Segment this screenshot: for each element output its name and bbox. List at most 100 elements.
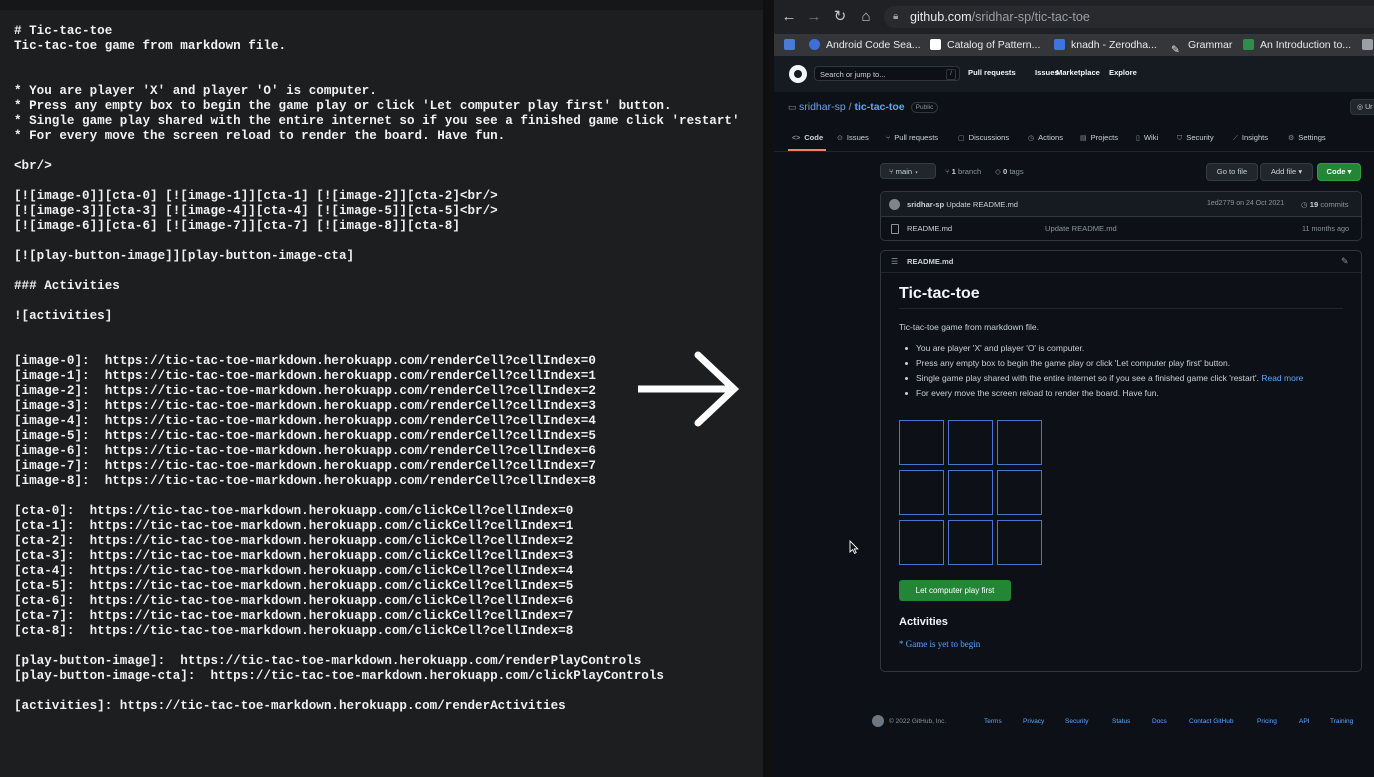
home-icon[interactable]: ⌂ <box>857 8 875 26</box>
tab-insights[interactable]: ⟋ Insights <box>1233 133 1268 143</box>
file-row[interactable]: README.md Update README.md 11 months ago <box>881 217 1361 240</box>
tab-projects[interactable]: ▤ Projects <box>1080 133 1118 142</box>
add-file-button[interactable]: Add file ▾ <box>1260 163 1313 181</box>
bookmark-label: Catalog of Pattern... <box>947 39 1041 51</box>
bookmark-1[interactable]: Catalog of Pattern... <box>930 34 1040 56</box>
catalog-icon <box>930 38 941 50</box>
branch-count: 1 <box>951 167 956 176</box>
apps-icon <box>784 38 795 50</box>
repo-icon: ▭ <box>788 102 800 112</box>
footer-link-pricing[interactable]: Pricing <box>1257 718 1277 725</box>
edit-pencil-icon[interactable]: ✎ <box>1341 256 1349 267</box>
url-host: github.com <box>910 10 972 24</box>
browser-window: ← → ↻ ⌂ 🔒︎ github.com/sridhar-sp/tic-tac… <box>774 0 1374 777</box>
board-cell-8[interactable] <box>997 520 1042 565</box>
commit-header: sridhar-sp Update README.md 1ed2779 on 2… <box>881 192 1361 217</box>
tab-label: Pull requests <box>894 133 939 142</box>
project-icon: ▤ <box>1080 135 1087 142</box>
back-icon[interactable]: ← <box>780 8 798 26</box>
tab-label: Code <box>804 133 824 142</box>
latest-commit-box: sridhar-sp Update README.md 1ed2779 on 2… <box>880 191 1362 241</box>
avatar[interactable] <box>889 199 900 210</box>
search-input[interactable]: Search or jump to... / <box>814 66 960 81</box>
board-cell-2[interactable] <box>997 420 1042 465</box>
github-logo-icon[interactable] <box>789 65 807 83</box>
eye-icon: ◎ <box>1357 104 1366 111</box>
board-cell-7[interactable] <box>948 520 993 565</box>
tab-settings[interactable]: ⚙ Settings <box>1288 133 1326 142</box>
editor-top-strip <box>0 0 763 10</box>
tab-security[interactable]: ⛉ Security <box>1177 133 1214 143</box>
bookmarks-bar: Android Code Sea... Catalog of Pattern..… <box>774 34 1374 56</box>
bookmark-label: Android Code Sea... <box>826 39 921 51</box>
watch-button[interactable]: ◎ Ur <box>1350 99 1374 115</box>
code-button-label: Code <box>1326 167 1346 176</box>
pen-icon: ✎ <box>1171 43 1180 56</box>
nav-pull-requests[interactable]: Pull requests <box>968 68 1016 77</box>
commit-author[interactable]: sridhar-sp <box>907 200 944 209</box>
branch-selector[interactable]: ⑂ main ▾ <box>880 163 936 179</box>
branch-count-link[interactable]: ⑂ 1 branch <box>945 167 981 176</box>
list-icon[interactable]: ☰ <box>891 257 898 266</box>
read-more-link[interactable]: Read more <box>1261 373 1303 383</box>
tab-label: Wiki <box>1143 133 1159 142</box>
footer-link-status[interactable]: Status <box>1112 718 1130 725</box>
tab-discussions[interactable]: ▢ Discussions <box>958 133 1009 142</box>
forward-icon[interactable]: → <box>805 8 823 26</box>
folder-icon[interactable] <box>1362 34 1374 56</box>
github-mark-icon[interactable] <box>872 715 884 727</box>
code-icon: <> <box>792 135 801 142</box>
bookmark-4[interactable]: An Introduction to... <box>1243 34 1351 56</box>
board-cell-6[interactable] <box>899 520 944 565</box>
search-placeholder: Search or jump to... <box>820 70 886 79</box>
readme-title: Tic-tac-toe <box>899 285 980 302</box>
footer-link-training[interactable]: Training <box>1330 718 1353 725</box>
bookmark-3[interactable]: ✎ Grammar <box>1171 34 1232 56</box>
footer-link-privacy[interactable]: Privacy <box>1023 718 1044 725</box>
footer-link-security[interactable]: Security <box>1065 718 1088 725</box>
board-cell-3[interactable] <box>899 470 944 515</box>
reload-icon[interactable]: ↻ <box>831 8 849 26</box>
file-icon <box>891 224 899 234</box>
nav-marketplace[interactable]: Marketplace <box>1056 68 1100 77</box>
file-name[interactable]: README.md <box>907 224 952 233</box>
board-cell-4[interactable] <box>948 470 993 515</box>
tag-count-link[interactable]: ◇ 0 tags <box>995 167 1024 176</box>
bookmark-2[interactable]: knadh - Zerodha... <box>1054 34 1157 56</box>
history-icon: ◷ <box>1301 200 1310 209</box>
url-path: /sridhar-sp/tic-tac-toe <box>971 10 1090 24</box>
code-button[interactable]: Code ▾ <box>1317 163 1361 181</box>
footer-link-terms[interactable]: Terms <box>984 718 1002 725</box>
repo-owner-link[interactable]: sridhar-sp <box>799 101 846 113</box>
footer-link-docs[interactable]: Docs <box>1152 718 1167 725</box>
file-commit-message[interactable]: Update README.md <box>1045 224 1117 233</box>
nav-explore[interactable]: Explore <box>1109 68 1137 77</box>
url-bar[interactable]: 🔒︎ github.com/sridhar-sp/tic-tac-toe <box>884 6 1374 28</box>
commit-hash[interactable]: 1ed2779 <box>1207 200 1234 207</box>
tab-label: Projects <box>1090 133 1119 142</box>
board-cell-1[interactable] <box>948 420 993 465</box>
repo-name-link[interactable]: tic-tac-toe <box>854 101 904 113</box>
bookmark-apps[interactable] <box>784 34 801 56</box>
tab-label: Actions <box>1038 133 1064 142</box>
board-cell-5[interactable] <box>997 470 1042 515</box>
bookmark-0[interactable]: Android Code Sea... <box>809 34 921 56</box>
branch-icon: ⑂ <box>889 167 896 176</box>
tab-actions[interactable]: ◷ Actions <box>1028 133 1063 142</box>
right-arrow-icon <box>638 351 740 427</box>
activities-heading: Activities <box>899 616 948 628</box>
readme-bullet-list: You are player 'X' and player 'O' is com… <box>899 341 1303 401</box>
tab-label: Insights <box>1241 133 1269 142</box>
tab-code[interactable]: <> Code <box>792 133 823 142</box>
commit-count-link[interactable]: ◷ 19 commits <box>1301 200 1349 209</box>
tab-wiki[interactable]: ▯ Wiki <box>1136 133 1158 142</box>
commit-message[interactable]: Update README.md <box>946 200 1018 209</box>
go-to-file-button[interactable]: Go to file <box>1206 163 1258 181</box>
board-cell-0[interactable] <box>899 420 944 465</box>
tab-pull-requests[interactable]: ⑂ Pull requests <box>886 133 938 142</box>
branch-word: branch <box>958 167 982 176</box>
footer-link-api[interactable]: API <box>1299 718 1309 725</box>
let-computer-play-first-button[interactable]: Let computer play first <box>899 580 1011 601</box>
footer-link-contact[interactable]: Contact GitHub <box>1189 718 1233 725</box>
tab-issues[interactable]: ⊙ Issues <box>837 133 869 142</box>
